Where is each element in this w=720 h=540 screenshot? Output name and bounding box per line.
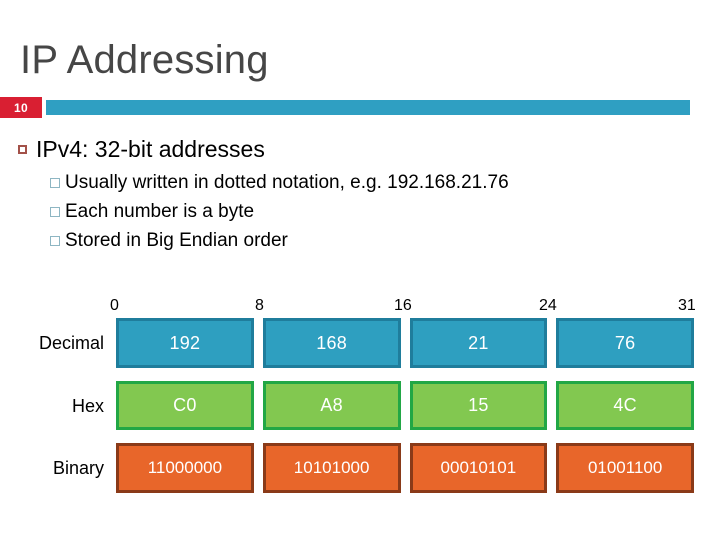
bullet-item-label: Usually written in dotted notation, e.g.… xyxy=(65,172,509,193)
bit-tick-0: 0 xyxy=(110,297,119,314)
bullet-list: IPv4: 32-bit addresses Usually written i… xyxy=(18,134,708,256)
bullet-item-label: Stored in Big Endian order xyxy=(65,230,288,251)
accent-bar xyxy=(46,100,690,115)
bullet-item-ipv4: IPv4: 32-bit addresses xyxy=(18,134,708,165)
row-cells: C0 A8 15 4C xyxy=(116,381,694,431)
byte-representation-table: Decimal 192 168 21 76 Hex C0 A8 15 4C Bi… xyxy=(0,318,720,506)
row-cells: 11000000 10101000 00010101 01001100 xyxy=(116,443,694,493)
table-row: Binary 11000000 10101000 00010101 010011… xyxy=(0,443,720,493)
row-label-decimal: Decimal xyxy=(38,332,104,353)
table-cell: 15 xyxy=(409,381,548,430)
bit-tick-31: 31 xyxy=(678,297,696,314)
table-cell: 76 xyxy=(556,318,694,368)
hollow-square-teal-icon xyxy=(50,207,60,217)
page-title: IP Addressing xyxy=(20,38,269,82)
table-cell: 10101000 xyxy=(262,443,401,493)
bit-position-ruler: 0 8 16 24 31 xyxy=(0,296,720,316)
table-cell: 168 xyxy=(262,318,401,368)
bullet-item-big-endian: Stored in Big Endian order xyxy=(50,227,708,254)
bullet-item-byte: Each number is a byte xyxy=(50,198,708,225)
bullet-item-dotted-notation: Usually written in dotted notation, e.g.… xyxy=(50,169,708,196)
table-cell: 192 xyxy=(116,318,254,368)
table-cell: 00010101 xyxy=(409,443,548,493)
bullet-item-label: Each number is a byte xyxy=(65,201,255,222)
table-row: Hex C0 A8 15 4C xyxy=(0,381,720,430)
table-cell: 01001100 xyxy=(556,443,694,493)
bit-tick-24: 24 xyxy=(539,297,557,314)
row-label-binary: Binary xyxy=(52,457,104,478)
table-cell: A8 xyxy=(262,381,401,430)
table-row: Decimal 192 168 21 76 xyxy=(0,318,720,368)
bit-tick-16: 16 xyxy=(394,297,412,314)
hollow-square-red-icon xyxy=(18,145,27,154)
row-label-hex: Hex xyxy=(71,395,104,416)
slide-number-badge: 10 xyxy=(0,97,42,118)
table-cell: 11000000 xyxy=(116,443,254,493)
table-cell: 4C xyxy=(556,381,694,430)
row-cells: 192 168 21 76 xyxy=(116,318,694,368)
hollow-square-teal-icon xyxy=(50,178,60,188)
bullet-item-label: IPv4: 32-bit addresses xyxy=(36,136,265,162)
bit-tick-8: 8 xyxy=(255,297,264,314)
table-cell: 21 xyxy=(409,318,548,368)
table-cell: C0 xyxy=(116,381,254,430)
hollow-square-teal-icon xyxy=(50,236,60,246)
